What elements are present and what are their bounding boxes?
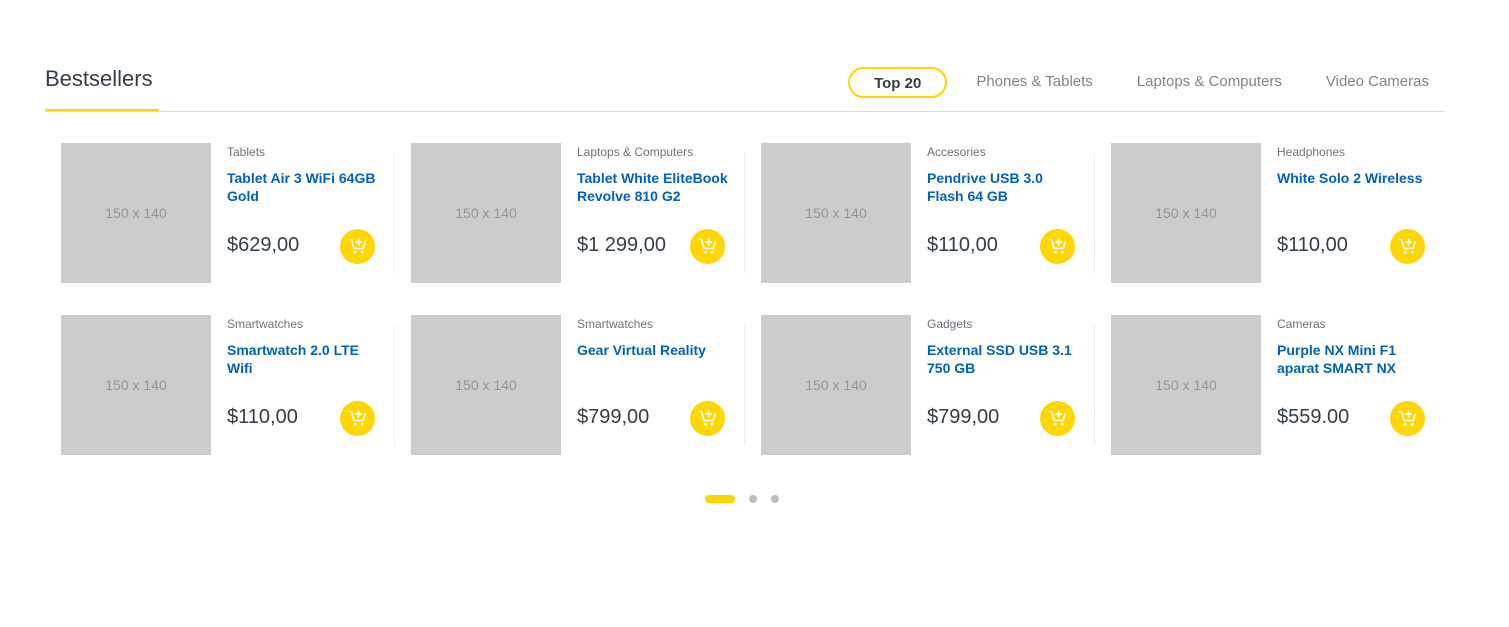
product-card: 150 x 140 Smartwatches Smartwatch 2.0 LT… (61, 315, 411, 455)
product-card: 150 x 140 Smartwatches Gear Virtual Real… (411, 315, 761, 455)
add-to-cart-button[interactable] (340, 401, 375, 436)
tab-laptops-computers[interactable]: Laptops & Computers (1115, 67, 1304, 98)
product-image-placeholder[interactable]: 150 x 140 (61, 315, 211, 455)
product-price: $110,00 (227, 406, 298, 428)
card-divider (744, 153, 745, 273)
product-price: $559.00 (1277, 406, 1350, 428)
product-category[interactable]: Cameras (1277, 317, 1326, 331)
product-info: Laptops & Computers Tablet White EliteBo… (577, 143, 729, 283)
product-image-placeholder[interactable]: 150 x 140 (761, 143, 911, 283)
product-category[interactable]: Laptops & Computers (577, 145, 693, 159)
tab-top-20[interactable]: Top 20 (848, 67, 948, 98)
tab-phones-tablets[interactable]: Phones & Tablets (954, 67, 1114, 98)
product-image-placeholder[interactable]: 150 x 140 (411, 315, 561, 455)
card-divider (394, 325, 395, 445)
add-to-cart-icon (1048, 238, 1066, 254)
product-name-link[interactable]: Tablet White EliteBook Revolve 810 G2 (577, 169, 729, 205)
add-to-cart-icon (1398, 410, 1416, 426)
product-info: Cameras Purple NX Mini F1 aparat SMART N… (1277, 315, 1427, 455)
product-image-placeholder[interactable]: 150 x 140 (1111, 143, 1261, 283)
product-name-link[interactable]: Tablet Air 3 WiFi 64GB Gold (227, 169, 379, 205)
product-name-link[interactable]: Purple NX Mini F1 aparat SMART NX (1277, 341, 1429, 377)
product-card: 150 x 140 Cameras Purple NX Mini F1 apar… (1111, 315, 1461, 455)
product-price: $629,00 (227, 234, 300, 256)
product-image-placeholder[interactable]: 150 x 140 (761, 315, 911, 455)
card-divider (1094, 153, 1095, 273)
product-image-placeholder[interactable]: 150 x 140 (1111, 315, 1261, 455)
category-tabs: Top 20 Phones & Tablets Laptops & Comput… (848, 67, 1445, 98)
add-to-cart-button[interactable] (1040, 401, 1075, 436)
add-to-cart-button[interactable] (690, 401, 725, 436)
card-divider (744, 325, 745, 445)
carousel-pagination (705, 495, 793, 503)
product-category[interactable]: Gadgets (927, 317, 972, 331)
product-info: Headphones White Solo 2 Wireless $110,00 (1277, 143, 1427, 283)
card-divider (1094, 325, 1095, 445)
add-to-cart-button[interactable] (340, 229, 375, 264)
product-category[interactable]: Tablets (227, 145, 265, 159)
product-category[interactable]: Smartwatches (227, 317, 303, 331)
add-to-cart-icon (348, 410, 366, 426)
product-image-placeholder[interactable]: 150 x 140 (411, 143, 561, 283)
product-image-placeholder[interactable]: 150 x 140 (61, 143, 211, 283)
product-info: Smartwatches Smartwatch 2.0 LTE Wifi $11… (227, 315, 377, 455)
carousel-dot-1[interactable] (705, 495, 735, 503)
section-header: Bestsellers Top 20 Phones & Tablets Lapt… (45, 60, 1445, 112)
product-price: $799,00 (927, 406, 1000, 428)
add-to-cart-button[interactable] (1390, 401, 1425, 436)
product-category[interactable]: Smartwatches (577, 317, 653, 331)
product-info: Smartwatches Gear Virtual Reality $799,0… (577, 315, 727, 455)
product-card: 150 x 140 Gadgets External SSD USB 3.1 7… (761, 315, 1111, 455)
add-to-cart-icon (1048, 410, 1066, 426)
product-grid: 150 x 140 Tablets Tablet Air 3 WiFi 64GB… (61, 143, 1445, 487)
product-price: $799,00 (577, 406, 650, 428)
add-to-cart-button[interactable] (1390, 229, 1425, 264)
product-row: 150 x 140 Smartwatches Smartwatch 2.0 LT… (61, 315, 1445, 455)
carousel-dot-2[interactable] (749, 495, 757, 503)
product-info: Gadgets External SSD USB 3.1 750 GB $799… (927, 315, 1077, 455)
add-to-cart-icon (1398, 238, 1416, 254)
add-to-cart-button[interactable] (690, 229, 725, 264)
product-card: 150 x 140 Laptops & Computers Tablet Whi… (411, 143, 761, 283)
add-to-cart-button[interactable] (1040, 229, 1075, 264)
product-info: Accesories Pendrive USB 3.0 Flash 64 GB … (927, 143, 1077, 283)
product-price: $110,00 (927, 234, 998, 256)
add-to-cart-icon (348, 238, 366, 254)
product-name-link[interactable]: Pendrive USB 3.0 Flash 64 GB (927, 169, 1079, 205)
product-name-link[interactable]: External SSD USB 3.1 750 GB (927, 341, 1079, 377)
product-name-link[interactable]: White Solo 2 Wireless (1277, 169, 1429, 187)
tab-video-cameras[interactable]: Video Cameras (1304, 67, 1445, 98)
product-card: 150 x 140 Accesories Pendrive USB 3.0 Fl… (761, 143, 1111, 283)
product-info: Tablets Tablet Air 3 WiFi 64GB Gold $629… (227, 143, 377, 283)
product-category[interactable]: Headphones (1277, 145, 1345, 159)
product-name-link[interactable]: Gear Virtual Reality (577, 341, 729, 359)
add-to-cart-icon (698, 238, 716, 254)
product-card: 150 x 140 Headphones White Solo 2 Wirele… (1111, 143, 1461, 283)
product-category[interactable]: Accesories (927, 145, 986, 159)
product-price: $110,00 (1277, 234, 1348, 256)
product-card: 150 x 140 Tablets Tablet Air 3 WiFi 64GB… (61, 143, 411, 283)
product-name-link[interactable]: Smartwatch 2.0 LTE Wifi (227, 341, 379, 377)
product-row: 150 x 140 Tablets Tablet Air 3 WiFi 64GB… (61, 143, 1445, 283)
section-title: Bestsellers (45, 66, 159, 111)
add-to-cart-icon (698, 410, 716, 426)
product-price: $1 299,00 (577, 234, 666, 256)
carousel-dot-3[interactable] (771, 495, 779, 503)
card-divider (394, 153, 395, 273)
